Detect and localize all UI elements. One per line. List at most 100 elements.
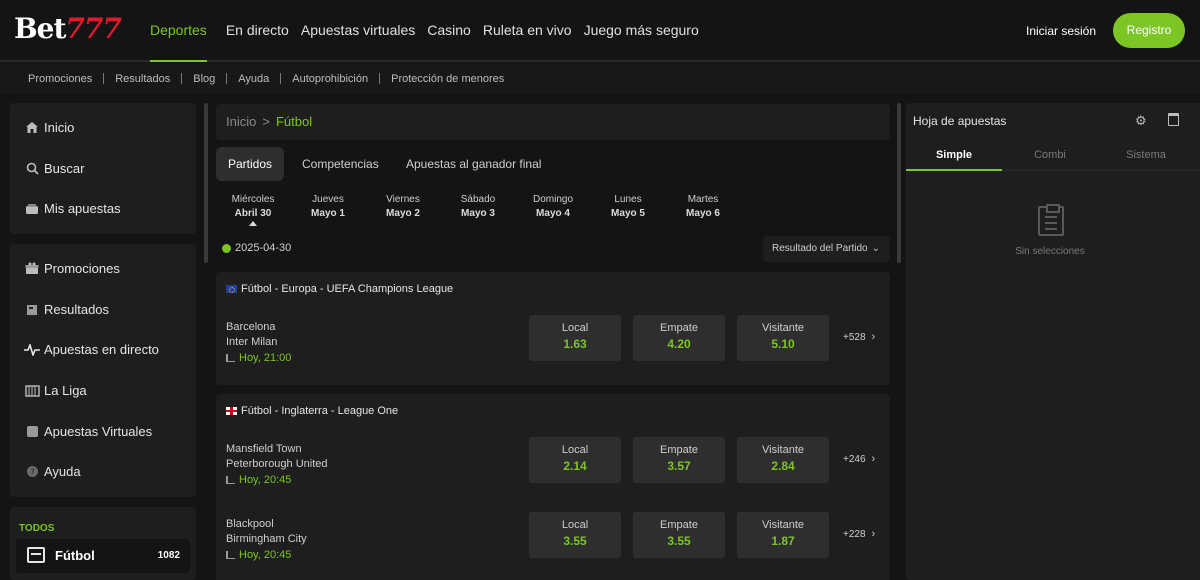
tab-ganador-final[interactable]: Apuestas al ganador final xyxy=(406,147,541,181)
stats-icon xyxy=(226,476,235,484)
odd-label: Empate xyxy=(660,519,698,531)
tab-partidos[interactable]: Partidos xyxy=(216,147,285,181)
odd-button-visitante[interactable]: Visitante 5.10 xyxy=(737,315,829,361)
nav-casino[interactable]: Casino xyxy=(427,0,471,62)
odd-label: Visitante xyxy=(762,519,804,531)
sidebar-item-inicio[interactable]: Inicio xyxy=(24,120,74,135)
odd-button-empate[interactable]: Empate 4.20 xyxy=(633,315,725,361)
svg-text:?: ? xyxy=(30,468,34,477)
sidebar-item-label: La Liga xyxy=(44,383,87,398)
breadcrumb: Inicio > Fútbol xyxy=(216,104,890,140)
day-selector-5[interactable]: Lunes Mayo 5 xyxy=(598,194,658,219)
sidebar-item-buscar[interactable]: Buscar xyxy=(24,161,84,176)
subnav-resultados[interactable]: Resultados xyxy=(115,73,170,85)
odd-label: Local xyxy=(561,444,589,456)
odd-button-local[interactable]: Local 1.63 xyxy=(529,315,621,361)
subnav-ayuda[interactable]: Ayuda xyxy=(238,73,269,85)
more-markets-link[interactable]: +528 › xyxy=(843,331,875,343)
day-selector-1[interactable]: Jueves Mayo 1 xyxy=(298,194,358,219)
login-link[interactable]: Iniciar sesión xyxy=(1026,24,1096,38)
bet777-logo[interactable]: Bet777 xyxy=(14,12,122,45)
trash-icon[interactable] xyxy=(1168,113,1179,126)
odd-value: 3.57 xyxy=(667,459,691,473)
subnav-proteccion-menores[interactable]: Protección de menores xyxy=(391,73,504,85)
sidebar-sport-futbol[interactable]: Fútbol 1082 xyxy=(16,539,190,573)
breadcrumb-home[interactable]: Inicio xyxy=(226,114,256,129)
odd-button-empate[interactable]: Empate 3.55 xyxy=(633,512,725,558)
home-team: Barcelona xyxy=(226,321,276,333)
more-markets-link[interactable]: +228 › xyxy=(843,528,875,540)
odd-button-empate[interactable]: Empate 3.57 xyxy=(633,437,725,483)
sidebar-item-label: Promociones xyxy=(44,261,120,276)
sidebar-item-mis-apuestas[interactable]: Mis apuestas xyxy=(24,201,121,216)
odd-button-local[interactable]: Local 3.55 xyxy=(529,512,621,558)
subnav-blog[interactable]: Blog xyxy=(193,73,215,85)
sidebar-item-la-liga[interactable]: La Liga xyxy=(24,383,87,398)
chevron-right-icon: › xyxy=(871,331,876,343)
sidebar-item-label: Inicio xyxy=(44,120,75,135)
home-team: Blackpool xyxy=(226,518,274,530)
day-date: Mayo 4 xyxy=(536,208,570,219)
match-row[interactable]: Mansfield Town Peterborough United Hoy, … xyxy=(216,437,890,503)
market-select[interactable]: Resultado del Partido ⌄ xyxy=(763,236,890,262)
betslip-tab-sistema[interactable]: Sistema xyxy=(1098,139,1194,171)
subnav-promociones[interactable]: Promociones xyxy=(28,73,92,85)
odd-button-visitante[interactable]: Visitante 2.84 xyxy=(737,437,829,483)
sidebar-item-ayuda[interactable]: ? Ayuda xyxy=(24,464,81,479)
main-nav: Deportes En directo Apuestas virtuales C… xyxy=(150,0,711,62)
subnav-divider xyxy=(379,73,381,84)
day-selector-6[interactable]: Martes Mayo 6 xyxy=(673,194,733,219)
chevron-right-icon: › xyxy=(871,528,876,540)
sidebar-item-label: Buscar xyxy=(44,161,85,176)
nav-apuestas-virtuales[interactable]: Apuestas virtuales xyxy=(301,0,415,62)
nav-deportes[interactable]: Deportes xyxy=(150,0,207,62)
betslip-tab-simple[interactable]: Simple xyxy=(906,139,1002,171)
day-name: Viernes xyxy=(386,194,420,205)
match-time: Hoy, 21:00 xyxy=(226,352,291,364)
league-header[interactable]: Fútbol - Inglaterra - League One xyxy=(226,405,398,417)
match-row[interactable]: Barcelona Inter Milan Hoy, 21:00 Local 1.… xyxy=(216,315,890,381)
center-scrollbar[interactable] xyxy=(897,103,901,263)
chevron-right-icon: › xyxy=(871,453,876,465)
nav-en-directo[interactable]: En directo xyxy=(226,0,289,62)
match-time-text: Hoy, 20:45 xyxy=(239,549,292,561)
sidebar-item-label: Apuestas en directo xyxy=(44,342,159,357)
gear-icon[interactable]: ⚙ xyxy=(1135,113,1147,129)
league-header[interactable]: Fútbol - Europa - UEFA Champions League xyxy=(226,283,453,295)
soccer-field-icon xyxy=(27,547,45,563)
odd-value: 3.55 xyxy=(563,534,587,548)
search-icon xyxy=(24,162,40,176)
odd-button-local[interactable]: Local 2.14 xyxy=(529,437,621,483)
sport-count: 1082 xyxy=(157,550,180,561)
sidebar-item-apuestas-directo[interactable]: Apuestas en directo xyxy=(24,342,159,357)
odd-label: Local xyxy=(561,322,589,334)
sidebar-item-apuestas-virtuales[interactable]: Apuestas Virtuales xyxy=(24,424,152,439)
day-selector-2[interactable]: Viernes Mayo 2 xyxy=(373,194,433,219)
tab-competencias[interactable]: Competencias xyxy=(302,147,379,181)
home-icon xyxy=(24,121,40,135)
nav-ruleta-en-vivo[interactable]: Ruleta en vivo xyxy=(483,0,572,62)
day-selector-4[interactable]: Domingo Mayo 4 xyxy=(523,194,583,219)
match-time-text: Hoy, 21:00 xyxy=(239,352,292,364)
odd-label: Empate xyxy=(660,444,698,456)
odd-button-visitante[interactable]: Visitante 1.87 xyxy=(737,512,829,558)
sport-label: Fútbol xyxy=(55,548,95,563)
sidebar-top-panel: Inicio Buscar Mis apuestas xyxy=(10,103,196,234)
subnav-autoprohibicion[interactable]: Autoprohibición xyxy=(292,73,368,85)
nav-juego-mas-seguro[interactable]: Juego más seguro xyxy=(584,0,699,62)
sidebar-item-resultados[interactable]: Resultados xyxy=(24,302,109,317)
eu-flag-icon xyxy=(226,285,237,293)
more-markets-count: +228 xyxy=(843,529,866,540)
left-scrollbar[interactable] xyxy=(204,103,208,263)
sidebar-item-promociones[interactable]: Promociones xyxy=(24,261,120,276)
odd-label: Visitante xyxy=(762,444,804,456)
match-row[interactable]: Blackpool Birmingham City Hoy, 20:45 Loc… xyxy=(216,512,890,578)
more-markets-link[interactable]: +246 › xyxy=(843,453,875,465)
day-selector-0[interactable]: Miércoles Abril 30 xyxy=(223,194,283,219)
day-selector-3[interactable]: Sábado Mayo 3 xyxy=(448,194,508,219)
clipboard-icon xyxy=(1038,204,1064,236)
day-name: Martes xyxy=(687,194,719,205)
register-button[interactable]: Registro xyxy=(1113,13,1185,48)
odd-value: 5.10 xyxy=(771,337,795,351)
betslip-tab-combi[interactable]: Combi xyxy=(1002,139,1098,171)
